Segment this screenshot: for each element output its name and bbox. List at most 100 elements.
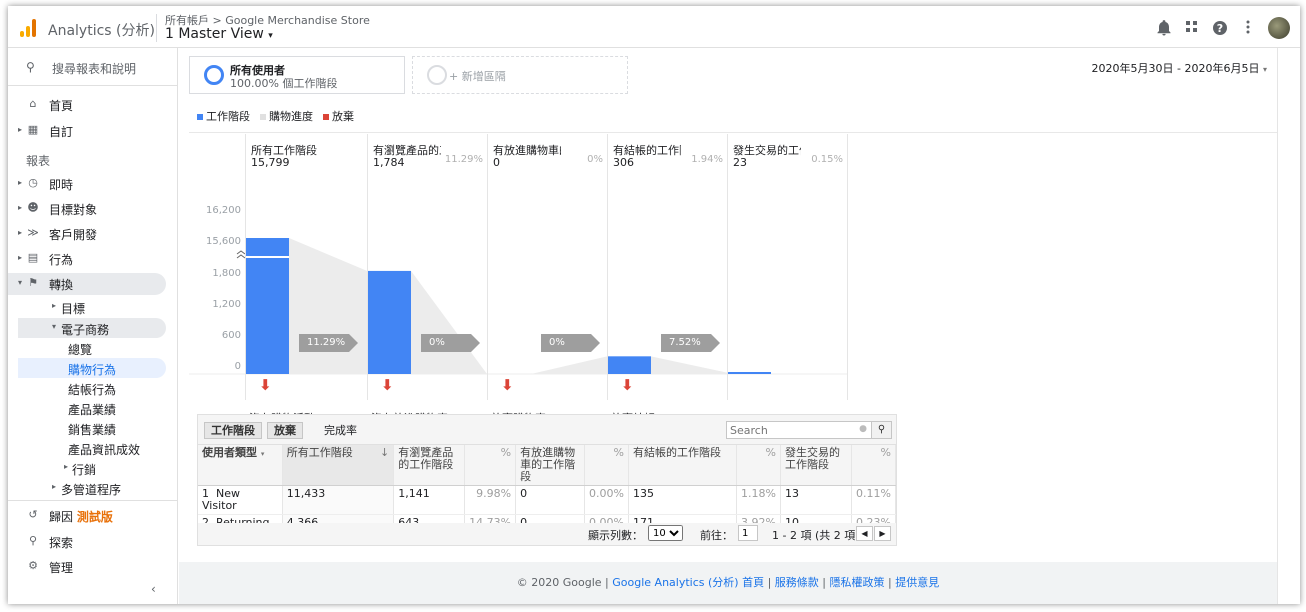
lightbulb-icon: ⚲ <box>28 534 38 547</box>
drop-off-arrow-icon: ⬇ <box>501 376 514 394</box>
table-row: 1 New Visitor 11,433 1,141 9.98% 0 0.00%… <box>198 485 896 515</box>
footer-link-feedback[interactable]: 提供意見 <box>895 576 939 589</box>
collapse-arrow-icon: ▾ <box>18 278 23 287</box>
table-cell: 0 <box>515 485 585 515</box>
conversion-rate-badge: 7.52% <box>661 334 720 352</box>
conversion-rate-badge: 0% <box>421 334 480 352</box>
person-icon: ☻ <box>27 201 39 214</box>
funnel-table: 工作階段 放棄 完成率 ● ⚲ 使用者類型 ▾ 所有工作階段↓ 有瀏覽產 <box>197 414 897 546</box>
table-cell: 11,433 <box>282 485 395 515</box>
col-header[interactable]: 有放進購物車的工作階段 <box>515 445 585 486</box>
y-tick-label: 1,800 <box>212 268 241 279</box>
y-tick-label: 16,200 <box>206 205 241 216</box>
row-dimension[interactable]: 1 New Visitor <box>198 485 283 515</box>
nav-sales-performance[interactable]: 銷售業績 <box>8 418 166 438</box>
nav-shopping-behavior[interactable]: 購物行為 <box>18 358 166 378</box>
segment-ring-icon <box>204 65 224 85</box>
nav-label: 行為 <box>49 253 74 267</box>
nav-overview[interactable]: 總覽 <box>8 338 166 358</box>
col-header[interactable]: 有瀏覽產品的工作階段 <box>393 445 466 486</box>
home-icon: ⌂ <box>29 97 37 110</box>
legend-item: 放棄 <box>323 108 354 124</box>
analytics-logo-icon[interactable] <box>20 19 38 37</box>
drop-off-arrow-icon: ⬇ <box>381 376 394 394</box>
nav-multi-channel-funnels[interactable]: ▸ 多管道程序 <box>8 478 166 498</box>
nav-product-list-performance[interactable]: 產品資訊成效 <box>8 438 166 458</box>
scrollbar-track[interactable] <box>1277 48 1300 604</box>
report-search[interactable]: ⚲ 搜尋報表和說明 <box>8 48 178 86</box>
nav-product-performance[interactable]: 產品業績 <box>8 398 166 418</box>
notifications-icon[interactable] <box>1156 20 1172 36</box>
nav-audience[interactable]: ▸ ☻ 目標對象 <box>8 198 178 220</box>
nav-label: 購物行為 <box>68 363 117 377</box>
prev-page-button[interactable]: ◀ <box>856 526 873 541</box>
table-search-input[interactable] <box>727 422 857 438</box>
tab-completion-rate[interactable]: 完成率 <box>318 423 363 440</box>
nav-behavior[interactable]: ▸ ▤ 行為 <box>8 248 178 270</box>
rows-per-page-select[interactable]: 10 <box>648 525 683 541</box>
clear-search-icon[interactable]: ● <box>859 424 867 434</box>
stage-value: 0 <box>493 156 500 169</box>
legend-item: 購物進度 <box>260 108 313 124</box>
goto-page-input[interactable] <box>738 525 758 541</box>
nav-attribution[interactable]: ↺ 歸因 測試版 <box>8 505 178 527</box>
nav-label: 歸因 測試版 <box>49 508 113 525</box>
col-header[interactable]: % <box>584 445 629 486</box>
tab-sessions[interactable]: 工作階段 <box>204 422 262 439</box>
segment-all-users[interactable]: 所有使用者 100.00% 個工作階段 <box>189 56 405 94</box>
col-header[interactable]: % <box>464 445 517 486</box>
nav-acquisition[interactable]: ▸ ≫ 客戶開發 <box>8 223 178 245</box>
next-page-button[interactable]: ▶ <box>874 526 891 541</box>
stage-percent: 11.29% <box>444 154 483 165</box>
nav-label: 管理 <box>49 561 74 575</box>
nav-label: 轉換 <box>49 278 74 292</box>
legend-label: 工作階段 <box>206 110 250 123</box>
add-segment-button[interactable]: + 新增區隔 <box>412 56 628 94</box>
tab-abandonment[interactable]: 放棄 <box>267 422 303 439</box>
help-icon[interactable]: ? <box>1212 20 1228 36</box>
app-title[interactable]: Analytics (分析) <box>48 20 155 40</box>
col-header[interactable]: 所有工作階段 ↓ <box>282 445 395 486</box>
nav-label: 探索 <box>49 536 74 550</box>
progress-shading <box>651 356 727 374</box>
add-segment-label: + 新增區隔 <box>449 70 506 83</box>
nav-customization[interactable]: ▸ ▦ 自訂 <box>8 120 178 142</box>
nav-goals[interactable]: ▸ 目標 <box>8 297 166 317</box>
stage-value: 1,784 <box>373 156 405 169</box>
footer-link-ga-home[interactable]: Google Analytics (分析) 首頁 <box>612 576 764 589</box>
nav-marketing[interactable]: ▸ 行銷 <box>8 458 166 478</box>
apps-icon[interactable] <box>1184 20 1200 36</box>
gear-icon: ⚙ <box>28 559 38 572</box>
nav-conversions[interactable]: ▾ ⚑ 轉換 <box>8 273 166 295</box>
account-avatar[interactable] <box>1268 17 1290 39</box>
nav-home[interactable]: ⌂ 首頁 <box>8 94 178 116</box>
dimension-selector[interactable]: 使用者類型 ▾ <box>198 445 283 486</box>
footer-link-terms[interactable]: 服務條款 <box>775 576 819 589</box>
nav-ecommerce[interactable]: ▾ 電子商務 <box>18 318 166 338</box>
nav-divider <box>8 500 178 501</box>
nav-admin[interactable]: ⚙ 管理 <box>8 556 178 578</box>
more-icon[interactable] <box>1240 20 1256 36</box>
nav-checkout-behavior[interactable]: 結帳行為 <box>8 378 166 398</box>
collapse-nav-chevron-icon[interactable]: ‹ <box>151 582 156 596</box>
drop-off-arrow-icon: ⬇ <box>621 376 634 394</box>
stage-name: 有放進購物車的工... <box>493 144 561 157</box>
nav-realtime[interactable]: ▸ ◷ 即時 <box>8 173 178 195</box>
footer-link-privacy[interactable]: 隱私權政策 <box>830 576 885 589</box>
col-header[interactable]: % <box>736 445 781 486</box>
funnel-column-divider <box>847 134 848 400</box>
expand-arrow-icon: ▸ <box>18 253 23 262</box>
left-nav: ⚲ 搜尋報表和說明 ⌂ 首頁 ▸ ▦ 自訂 報表 ▸ ◷ 即時 ▸ ☻ 目標對象… <box>8 48 178 604</box>
stage-value: 15,799 <box>251 156 290 169</box>
col-header[interactable]: 發生交易的工作階段 <box>780 445 853 486</box>
app-window: Analytics (分析) 所有帳戶 > Google Merchandise… <box>8 6 1300 604</box>
section-divider <box>189 132 1277 133</box>
col-header[interactable]: 有結帳的工作階段 <box>628 445 738 486</box>
date-range-picker[interactable]: 2020年5月30日 - 2020年6月5日 ▾ <box>1092 60 1267 76</box>
search-icon[interactable]: ⚲ <box>871 422 891 438</box>
nav-discover[interactable]: ⚲ 探索 <box>8 531 178 553</box>
view-name: 1 Master View <box>165 26 264 42</box>
col-header[interactable]: % <box>851 445 896 486</box>
legend-label: 購物進度 <box>269 110 313 123</box>
view-selector[interactable]: 1 Master View ▾ <box>165 26 273 42</box>
